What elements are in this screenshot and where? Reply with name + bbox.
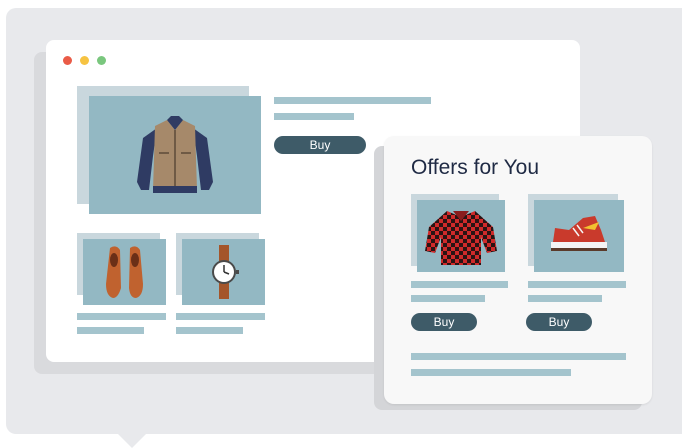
jacket-icon [137,116,213,193]
speech-bubble-tail [116,432,148,448]
offers-description-line-1 [411,353,626,360]
shirt-buy-button[interactable]: Buy [411,313,477,331]
featured-buy-button[interactable]: Buy [274,136,366,154]
sneaker-offer-image[interactable] [534,200,624,272]
sneaker-icon [551,216,607,251]
watch-product-image[interactable] [182,239,265,305]
offers-title: Offers for You [411,156,540,179]
shirt-subtitle-line [411,295,485,302]
window-minimize-button[interactable] [80,56,89,65]
watch-icon [211,245,239,299]
shoes-title-line [77,313,166,320]
watch-subtitle-line [176,327,243,334]
window-maximize-button[interactable] [97,56,106,65]
featured-product-image[interactable] [89,96,261,214]
shirt-icon [425,211,497,265]
sneaker-title-line [528,281,626,288]
shirt-title-line [411,281,508,288]
offers-description-line-2 [411,369,571,376]
shirt-offer-image[interactable] [417,200,505,272]
shoes-product-image[interactable] [83,239,166,305]
watch-title-line [176,313,265,320]
featured-title-line [274,97,431,104]
illustration: Buy Offers for You Buy Buy [0,0,682,448]
shoes-subtitle-line [77,327,144,334]
window-close-button[interactable] [63,56,72,65]
featured-subtitle-line [274,113,354,120]
shoes-icon [105,246,143,298]
sneaker-subtitle-line [528,295,602,302]
sneaker-buy-button[interactable]: Buy [526,313,592,331]
offers-card: Offers for You Buy Buy [384,136,652,404]
